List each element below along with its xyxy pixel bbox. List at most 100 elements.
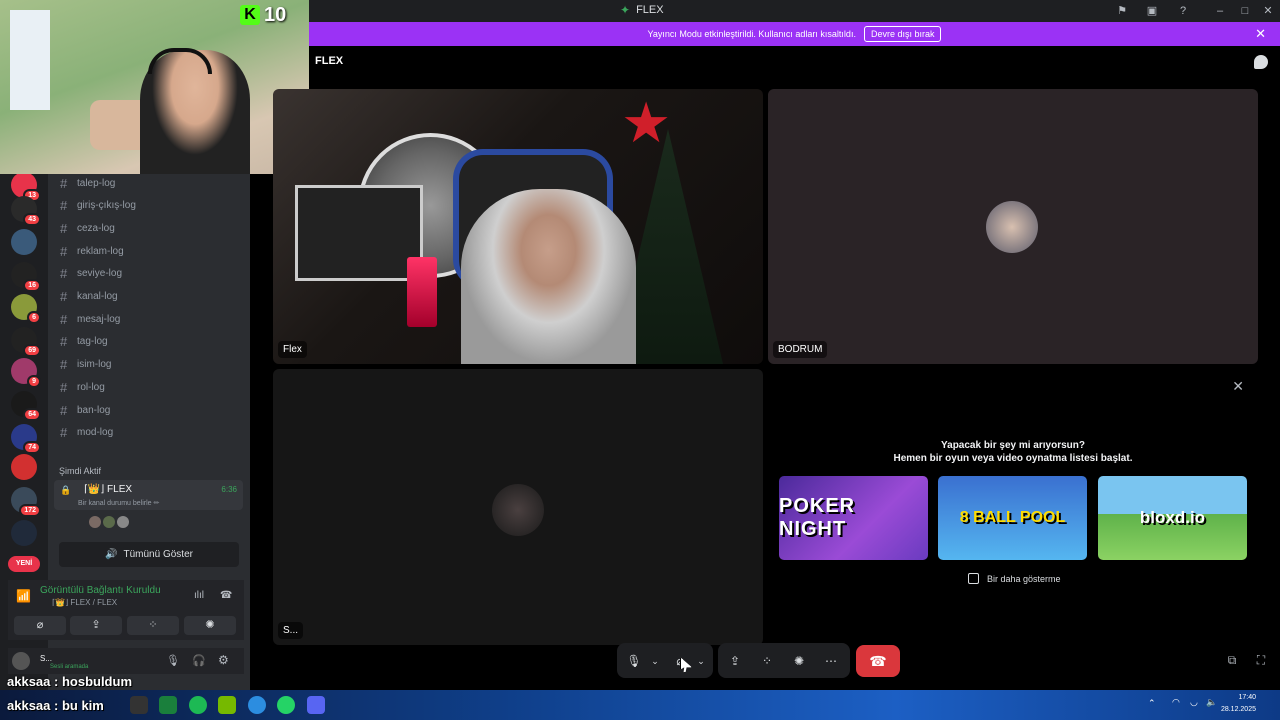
channel-item[interactable]: # mod-log	[60, 424, 113, 442]
unread-badge: 9	[27, 375, 41, 388]
discord-taskbar-icon[interactable]	[307, 696, 325, 714]
hashtag-icon: #	[60, 220, 68, 236]
voice-channel-path[interactable]: ⌈👑⌋ FLEX / FLEX	[52, 598, 117, 607]
activities-icon[interactable]: ⁘	[758, 652, 776, 670]
server-icon[interactable]: 74	[11, 424, 41, 454]
game-card-bloxd[interactable]: bloxd.io	[1098, 476, 1247, 560]
whatsapp-icon[interactable]	[277, 696, 295, 714]
chat-bubble-icon[interactable]	[1254, 55, 1268, 69]
show-all-button[interactable]: 🔊 Tümünü Göster	[59, 542, 239, 567]
disable-streamer-mode-button[interactable]: Devre dışı bırak	[863, 26, 942, 42]
active-voice-channel[interactable]: 🔒 ⌈👑⌋ FLEX 6:36 Bir kanal durumu belirle…	[54, 480, 243, 510]
user-avatar[interactable]	[12, 652, 30, 670]
user-panel: S... Sesli aramada 🎙 🎧 ⚙	[8, 648, 244, 674]
streamer-figure	[461, 189, 636, 364]
microphone-icon[interactable]: 🎙	[166, 654, 180, 667]
tray-volume-icon[interactable]: 🔈	[1206, 697, 1217, 708]
camera-options-chevron-down-icon[interactable]: ⌄	[692, 652, 710, 670]
video-tile-s[interactable]: S...	[273, 369, 763, 645]
help-icon[interactable]: ?	[1175, 3, 1191, 19]
channel-label: isim-log	[77, 359, 112, 371]
server-icon[interactable]: 6	[11, 294, 41, 324]
popout-icon[interactable]: ⧉	[1224, 652, 1240, 668]
more-options-icon[interactable]: ⋯	[822, 652, 840, 670]
taskbar-app-icon[interactable]	[130, 696, 148, 714]
headphones-icon[interactable]: 🎧	[192, 654, 206, 667]
game-card-8-ball-pool[interactable]: 8 BALL POOL	[938, 476, 1087, 560]
new-badge[interactable]: YENİ	[8, 556, 40, 572]
participant-avatar	[492, 484, 544, 536]
tray-network-icon[interactable]: ◠	[1172, 697, 1180, 708]
channel-status-subtext[interactable]: Bir kanal durumu belirle ✏	[78, 499, 159, 507]
activities-button[interactable]: ⁘	[127, 616, 179, 635]
voice-status[interactable]: Görüntülü Bağlantı Kuruldu	[40, 585, 161, 596]
taskbar-app-icon[interactable]	[159, 696, 177, 714]
channel-item[interactable]: # seviye-log	[60, 265, 122, 283]
settings-gear-icon[interactable]: ⚙	[218, 653, 229, 667]
banner-close-icon[interactable]: ✕	[1255, 27, 1266, 40]
mic-options-chevron-down-icon[interactable]: ⌄	[646, 652, 664, 670]
fullscreen-icon[interactable]: ⛶	[1253, 652, 1269, 668]
share-screen-button[interactable]: ⇪	[70, 616, 122, 635]
microphone-icon[interactable]: 🎙	[625, 652, 643, 670]
user-name[interactable]: S...	[40, 654, 52, 663]
edge-browser-icon[interactable]	[248, 696, 266, 714]
dont-show-again-option[interactable]: Bir daha gösterme	[968, 573, 1061, 584]
channel-item[interactable]: # kanal-log	[60, 288, 118, 306]
server-icon[interactable]: 13	[11, 172, 41, 202]
user-status: Sesli aramada	[50, 664, 89, 670]
server-icon[interactable]: 16	[11, 262, 41, 292]
server-icon[interactable]: 172	[11, 487, 41, 517]
server-icon[interactable]	[11, 520, 37, 546]
member-avatar[interactable]	[103, 516, 115, 528]
spotify-icon[interactable]	[189, 696, 207, 714]
video-tile-flex[interactable]: ★ Flex	[273, 89, 763, 364]
channel-item[interactable]: # talep-log	[60, 174, 115, 192]
share-screen-icon[interactable]: ⇪	[726, 652, 744, 670]
leave-call-button[interactable]: ☎	[856, 645, 900, 677]
game-title: bloxd.io	[1139, 508, 1206, 527]
soundboard-button[interactable]: ✺	[184, 616, 236, 635]
streamer-mode-banner: Yayıncı Modu etkinleştirildi. Kullanıcı …	[309, 22, 1280, 46]
noise-suppression-icon[interactable]: ılıl	[194, 590, 204, 601]
hashtag-icon: #	[60, 198, 68, 214]
tray-wifi-icon[interactable]: ◡	[1190, 697, 1198, 708]
server-icon[interactable]: 43	[11, 196, 41, 226]
channel-item[interactable]: # reklam-log	[60, 242, 124, 260]
channel-item[interactable]: # giriş-çıkış-log	[60, 197, 136, 215]
minimize-icon[interactable]: –	[1212, 3, 1228, 19]
channel-item[interactable]: # mesaj-log	[60, 310, 120, 328]
soundboard-icon[interactable]: ✺	[790, 652, 808, 670]
dont-show-checkbox[interactable]	[968, 573, 979, 584]
channel-item[interactable]: # ceza-log	[60, 219, 115, 237]
system-clock[interactable]: 17:40 28.12.2025	[1221, 692, 1256, 716]
channel-item[interactable]: # tag-log	[60, 333, 108, 351]
video-tile-bodrum[interactable]: BODRUM	[768, 89, 1258, 364]
inbox-flag-icon[interactable]: ⚑	[1114, 3, 1130, 19]
server-icon[interactable]: 64	[11, 391, 41, 421]
nvidia-icon[interactable]	[218, 696, 236, 714]
member-avatar[interactable]	[117, 516, 129, 528]
channel-item[interactable]: # isim-log	[60, 356, 111, 374]
kick-viewer-badge: K 10	[240, 3, 286, 27]
member-avatar[interactable]	[89, 516, 101, 528]
activity-close-icon[interactable]: ✕	[1232, 379, 1244, 393]
clock-date: 28.12.2025	[1220, 706, 1256, 713]
server-icon[interactable]	[11, 229, 37, 255]
server-icon[interactable]	[11, 454, 37, 480]
discord-logo-icon: ✦	[620, 3, 631, 17]
game-card-poker-night[interactable]: POKER NIGHT	[779, 476, 928, 560]
screen-icon[interactable]: ▣	[1144, 3, 1160, 19]
channel-item[interactable]: # ban-log	[60, 401, 110, 419]
camera-off-button[interactable]: ⌀	[14, 616, 66, 635]
channel-item[interactable]: # rol-log	[60, 378, 105, 396]
tray-chevron-up-icon[interactable]: ⌃	[1148, 698, 1156, 709]
speaker-icon: 🔊	[105, 549, 118, 560]
disconnect-icon[interactable]: ☎	[220, 590, 232, 601]
maximize-icon[interactable]: □	[1237, 3, 1253, 19]
active-now-label: Şimdi Aktif	[59, 466, 102, 476]
activity-title-line1: Yapacak bir şey mi arıyorsun?	[941, 440, 1085, 451]
server-icon[interactable]: 69	[11, 327, 41, 357]
server-icon[interactable]: 9	[11, 358, 41, 388]
close-window-icon[interactable]: ✕	[1260, 3, 1276, 19]
